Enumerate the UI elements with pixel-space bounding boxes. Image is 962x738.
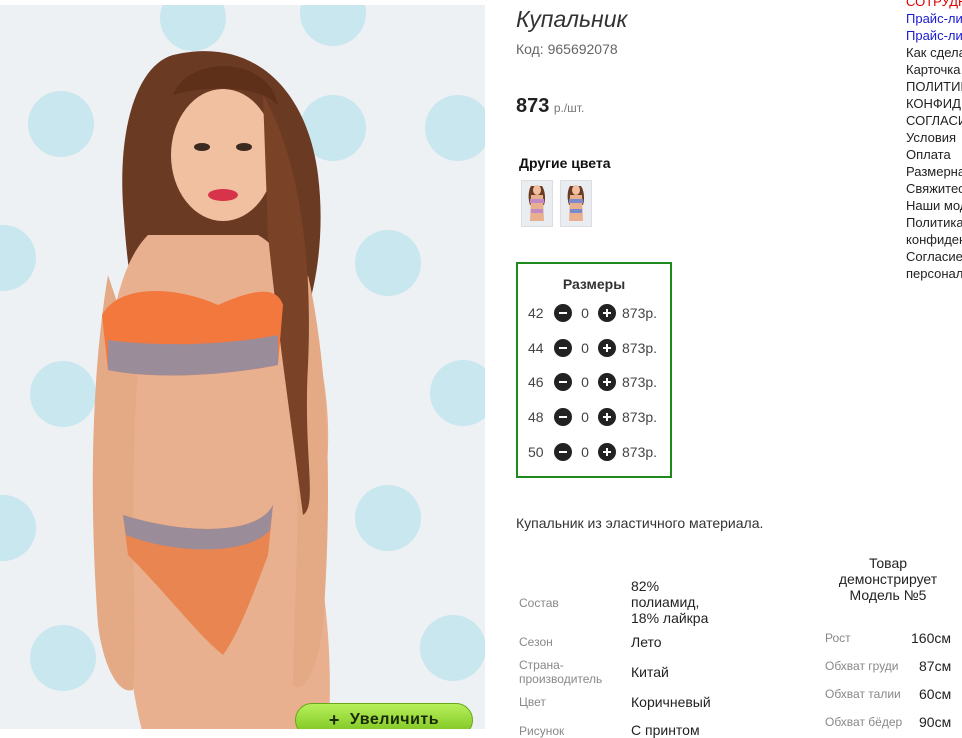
side-link[interactable]: Прайс-лист <box>906 27 962 44</box>
sizes-panel: Размеры 42 0 873р. 44 0 873р. 46 0 873р.… <box>516 262 672 478</box>
side-link[interactable]: конфиденциальности <box>906 231 962 248</box>
side-link[interactable]: Политика <box>906 214 962 231</box>
size-number: 44 <box>528 340 544 356</box>
model-figure <box>92 51 330 729</box>
size-number: 46 <box>528 374 544 390</box>
minus-icon[interactable] <box>554 373 572 391</box>
spec-value: Лето <box>631 634 662 650</box>
model-param-label: Обхват груди <box>825 659 899 673</box>
model-param-value: 87см <box>919 658 952 674</box>
product-price: 873 р./шт. <box>516 95 584 118</box>
spec-label: Цвет <box>519 695 546 709</box>
spec-label: Сезон <box>519 635 553 649</box>
side-link[interactable]: Оплата <box>906 146 962 163</box>
side-link[interactable]: Условия <box>906 129 962 146</box>
size-quantity[interactable]: 0 <box>572 409 598 425</box>
size-quantity[interactable]: 0 <box>572 340 598 356</box>
background-dot <box>420 615 485 681</box>
side-link[interactable]: персональных <box>906 265 962 282</box>
side-link[interactable]: Наши модели <box>906 197 962 214</box>
side-link[interactable]: СОТРУДНИЧЕСТВО <box>906 0 962 10</box>
spec-label: Страна-производитель <box>519 658 603 686</box>
minus-icon[interactable] <box>554 408 572 426</box>
background-dot <box>0 225 36 291</box>
product-photo[interactable]: + Увеличить <box>0 5 485 729</box>
side-link[interactable]: СОГЛАСИЕ <box>906 112 962 129</box>
size-quantity[interactable]: 0 <box>572 305 598 321</box>
plus-icon: + <box>328 709 340 730</box>
sizes-title: Размеры <box>562 276 626 292</box>
size-row: 50 0 873р. <box>528 442 657 462</box>
size-quantity[interactable]: 0 <box>572 444 598 460</box>
model-title: Товар демонстрирует Модель №5 <box>838 555 938 603</box>
spec-value: 82% полиамид, 18% лайкра <box>631 578 709 626</box>
side-link[interactable]: ПОЛИТИКА <box>906 78 962 95</box>
minus-icon[interactable] <box>554 443 572 461</box>
other-colors-list <box>521 180 592 227</box>
spec-value: С принтом <box>631 722 700 738</box>
spec-label: Рисунок <box>519 724 565 738</box>
color-variant-thumbnail[interactable] <box>521 180 553 227</box>
product-code: Код: 965692078 <box>516 41 618 57</box>
zoom-button-label: Увеличить <box>349 711 440 728</box>
size-price: 873р. <box>622 444 658 460</box>
model-param-label: Рост <box>825 631 851 645</box>
side-link[interactable]: Прайс-лист <box>906 10 962 27</box>
background-dot <box>430 360 485 426</box>
side-link[interactable]: КОНФИДЕНЦИАЛЬНОСТИ <box>906 95 962 112</box>
plus-icon[interactable] <box>598 373 616 391</box>
model-param-value: 90см <box>919 714 952 730</box>
side-links: СОТРУДНИЧЕСТВО Прайс-лист Прайс-лист Как… <box>906 0 962 282</box>
price-unit: р./шт. <box>553 101 585 115</box>
minus-icon[interactable] <box>554 339 572 357</box>
size-quantity[interactable]: 0 <box>572 374 598 390</box>
background-dot <box>0 495 36 561</box>
size-price: 873р. <box>622 340 658 356</box>
plus-icon[interactable] <box>598 339 616 357</box>
model-param-label: Обхват бёдер <box>825 715 903 729</box>
size-row: 44 0 873р. <box>528 338 657 358</box>
product-description: Купальник из эластичного материала. <box>516 515 764 531</box>
size-row: 42 0 873р. <box>528 303 657 323</box>
size-price: 873р. <box>622 305 658 321</box>
spec-value: Китай <box>631 664 669 680</box>
plus-icon[interactable] <box>598 443 616 461</box>
plus-icon[interactable] <box>598 304 616 322</box>
size-row: 46 0 873р. <box>528 372 657 392</box>
side-link[interactable]: Как сделать заказ <box>906 44 962 61</box>
spec-value: Коричневый <box>631 694 711 710</box>
size-row: 48 0 873р. <box>528 407 657 427</box>
size-number: 50 <box>528 444 544 460</box>
model-param-value: 160см <box>911 630 951 646</box>
side-link[interactable]: Согласие <box>906 248 962 265</box>
product-title: Купальник <box>516 6 628 32</box>
spec-label: Состав <box>519 596 559 610</box>
side-link[interactable]: Свяжитесь <box>906 180 962 197</box>
background-dot <box>425 95 485 161</box>
side-link[interactable]: Размерная <box>906 163 962 180</box>
size-price: 873р. <box>622 374 658 390</box>
model-param-label: Обхват талии <box>825 687 901 701</box>
size-price: 873р. <box>622 409 658 425</box>
other-colors-title: Другие цвета <box>519 155 611 171</box>
zoom-button[interactable]: + Увеличить <box>295 703 473 729</box>
plus-icon[interactable] <box>598 408 616 426</box>
size-number: 48 <box>528 409 544 425</box>
size-number: 42 <box>528 305 544 321</box>
price-value: 873 <box>516 95 550 117</box>
minus-icon[interactable] <box>554 304 572 322</box>
color-variant-thumbnail[interactable] <box>560 180 592 227</box>
model-param-value: 60см <box>919 686 952 702</box>
side-link[interactable]: Карточка <box>906 61 962 78</box>
